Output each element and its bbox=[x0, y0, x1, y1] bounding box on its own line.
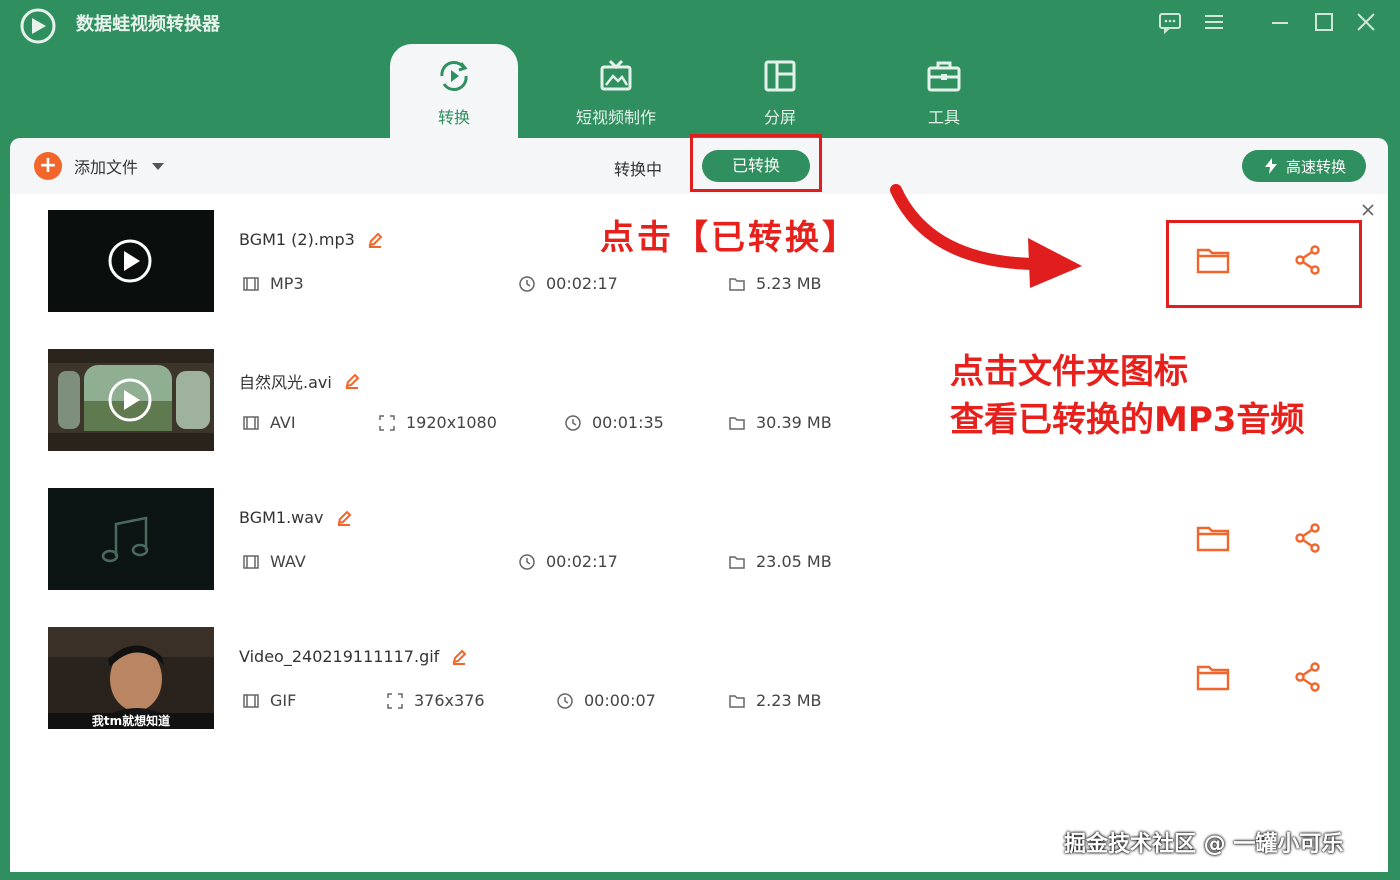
annotation-highlight-converted bbox=[690, 134, 822, 192]
thumb-caption: 我tm就想知道 bbox=[92, 713, 170, 728]
file-name: BGM1 (2).mp3 bbox=[239, 230, 355, 249]
feedback-icon[interactable] bbox=[1156, 8, 1184, 36]
folder-small-icon bbox=[729, 694, 745, 708]
file-duration: 00:00:07 bbox=[556, 691, 656, 710]
plus-icon: + bbox=[34, 152, 62, 180]
clock-icon bbox=[565, 414, 581, 431]
toolbox-icon bbox=[927, 61, 961, 92]
file-format: AVI bbox=[242, 413, 296, 432]
tab-split-screen-label: 分屏 bbox=[763, 108, 796, 127]
add-file-label: 添加文件 bbox=[74, 158, 139, 177]
annotation-line-2: 查看已转换的MP3音频 bbox=[950, 400, 1305, 440]
folder-small-icon bbox=[729, 277, 745, 291]
file-name: BGM1.wav bbox=[239, 508, 324, 527]
maximize-icon[interactable] bbox=[1310, 8, 1338, 36]
file-duration: 00:02:17 bbox=[518, 274, 618, 293]
app-title: 数据蛙视频转换器 bbox=[76, 14, 220, 35]
file-size: 2.23 MB bbox=[728, 691, 822, 710]
annotation-line-1: 点击文件夹图标 bbox=[950, 352, 1188, 392]
open-folder-icon[interactable] bbox=[1195, 520, 1231, 556]
watermark: 掘金技术社区 @ 一罐小可乐 bbox=[1064, 832, 1344, 857]
tab-convert[interactable]: 转换 bbox=[390, 44, 518, 138]
main-panel: + 添加文件 转换中 已转换 高速转换 BGM1 (2).mp3 MP3 00:… bbox=[10, 134, 1388, 872]
tab-short-video-label: 短视频制作 bbox=[575, 108, 656, 127]
tab-short-video[interactable]: 短视频制作 bbox=[552, 44, 680, 138]
resize-icon bbox=[379, 414, 395, 431]
clock-icon bbox=[557, 692, 573, 709]
file-thumbnail[interactable] bbox=[48, 349, 214, 451]
file-resolution: 376x376 bbox=[386, 691, 485, 710]
add-file-button[interactable]: + 添加文件 bbox=[34, 152, 165, 180]
file-name: Video_240219111117.gif bbox=[239, 647, 440, 666]
file-format: MP3 bbox=[242, 274, 304, 293]
file-name-wrap: BGM1.wav bbox=[239, 508, 352, 527]
chevron-down-icon[interactable] bbox=[152, 162, 165, 170]
file-name-wrap: Video_240219111117.gif bbox=[239, 647, 467, 666]
share-icon[interactable] bbox=[1290, 659, 1326, 695]
tab-convert-label: 转换 bbox=[437, 108, 470, 127]
file-duration: 00:02:17 bbox=[518, 552, 618, 571]
file-thumbnail[interactable] bbox=[48, 488, 214, 590]
edit-icon[interactable] bbox=[451, 649, 467, 665]
clock-icon bbox=[519, 553, 535, 570]
edit-icon[interactable] bbox=[336, 510, 352, 526]
annotation-click-folder: 点击文件夹图标 查看已转换的MP3音频 bbox=[950, 348, 1304, 444]
tab-split-screen[interactable]: 分屏 bbox=[716, 44, 844, 138]
convert-icon bbox=[440, 61, 468, 91]
file-size: 23.05 MB bbox=[728, 552, 832, 571]
file-format: GIF bbox=[242, 691, 296, 710]
file-thumbnail[interactable]: 我tm就想知道 bbox=[48, 627, 214, 729]
file-size: 5.23 MB bbox=[728, 274, 822, 293]
fast-convert-button[interactable]: 高速转换 bbox=[1242, 150, 1366, 182]
file-row: 我tm就想知道 Video_240219111117.gif GIF 376x3… bbox=[10, 611, 1388, 750]
split-screen-icon bbox=[764, 60, 796, 92]
annotation-click-converted: 点击【已转换】 bbox=[600, 218, 859, 258]
share-icon[interactable] bbox=[1290, 520, 1326, 556]
tab-tools-label: 工具 bbox=[927, 108, 960, 127]
edit-icon[interactable] bbox=[367, 232, 383, 248]
annotation-highlight-actions bbox=[1166, 220, 1362, 308]
film-icon bbox=[243, 693, 259, 708]
menu-icon[interactable] bbox=[1200, 8, 1228, 36]
film-icon bbox=[243, 415, 259, 430]
folder-small-icon bbox=[729, 555, 745, 569]
film-icon bbox=[243, 276, 259, 291]
file-name: 自然风光.avi bbox=[239, 373, 332, 392]
folder-small-icon bbox=[729, 416, 745, 430]
fast-convert-label: 高速转换 bbox=[1285, 157, 1346, 176]
lightning-icon bbox=[1264, 158, 1277, 174]
edit-icon[interactable] bbox=[344, 373, 360, 389]
file-thumbnail[interactable] bbox=[48, 210, 214, 312]
file-resolution: 1920x1080 bbox=[378, 413, 497, 432]
film-icon bbox=[243, 554, 259, 569]
title-bar: 数据蛙视频转换器 转换 短视频制作 分屏 工具 bbox=[0, 0, 1400, 138]
sub-tab-converting[interactable]: 转换中 bbox=[614, 156, 662, 180]
annotation-arrow-icon bbox=[890, 184, 1082, 288]
clock-icon bbox=[519, 275, 535, 292]
file-duration: 00:01:35 bbox=[564, 413, 664, 432]
file-name-wrap: 自然风光.avi bbox=[239, 369, 360, 393]
file-row: BGM1.wav WAV 00:02:17 23.05 MB bbox=[10, 472, 1388, 611]
tab-tools[interactable]: 工具 bbox=[880, 44, 1008, 138]
file-size: 30.39 MB bbox=[728, 413, 832, 432]
file-format: WAV bbox=[242, 552, 306, 571]
tv-icon bbox=[600, 59, 632, 91]
minimize-icon[interactable] bbox=[1266, 8, 1294, 36]
close-icon[interactable] bbox=[1352, 8, 1380, 36]
app-logo-icon bbox=[20, 8, 56, 44]
file-name-wrap: BGM1 (2).mp3 bbox=[239, 230, 383, 249]
close-row-icon[interactable] bbox=[1360, 202, 1376, 218]
open-folder-icon[interactable] bbox=[1195, 659, 1231, 695]
resize-icon bbox=[387, 692, 403, 709]
